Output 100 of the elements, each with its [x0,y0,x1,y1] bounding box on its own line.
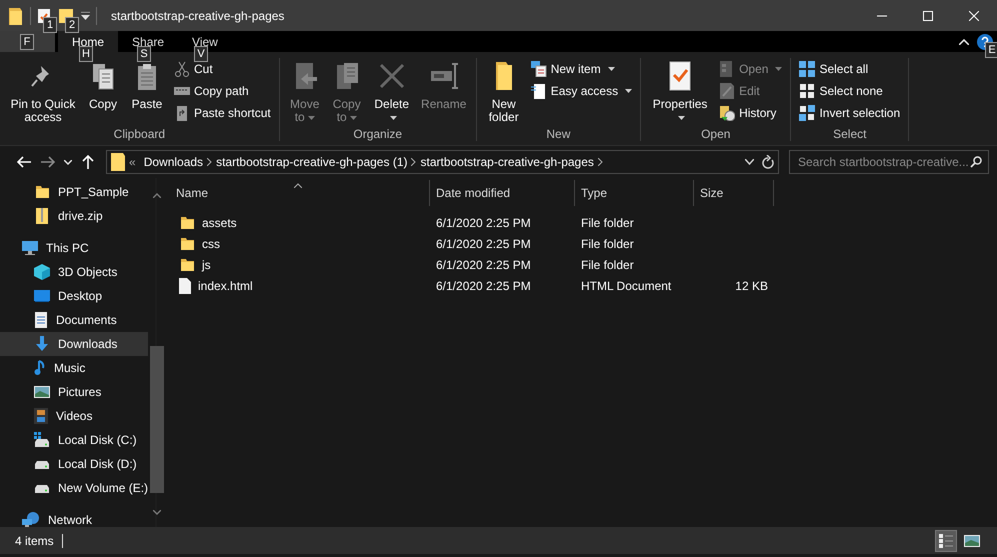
caret-icon [308,116,315,120]
keytip: S [137,46,151,62]
select-none-icon [799,83,816,99]
scroll-down-icon [153,510,162,516]
file-name[interactable]: assets [202,214,237,232]
nav-item[interactable]: 3D Objects [0,260,148,284]
computer-icon [22,240,38,256]
chevron-icon [598,158,603,166]
view-button[interactable] [935,530,957,552]
folder-icon [179,236,195,252]
large-icons-view-icon [964,534,980,546]
search-field[interactable]: Search startbootstrap-creative... [789,150,989,174]
ribbon-button[interactable]: Pin to Quick access [5,58,81,127]
table-cell-text: File folder [580,214,635,232]
column-header[interactable]: Name [170,180,430,206]
sort-icon [294,183,302,188]
keytip: V [194,46,208,62]
caret-icon [64,160,72,164]
nav-item[interactable]: New Volume (E:) [0,476,148,500]
caret-icon [608,67,615,71]
caret-icon [390,116,397,120]
keytip: 2 [65,17,79,33]
network-icon [22,512,40,528]
folder-icon [111,153,125,171]
ribbon-button[interactable]: Paste shortcut [171,102,274,124]
ribbon-button[interactable]: History [716,102,786,124]
table-cell-text: 6/1/2020 2:25 PM [435,278,532,294]
download-icon [34,336,50,352]
column-header[interactable]: Date modified [430,180,575,206]
nav-item[interactable]: Videos [0,404,148,428]
nav-item[interactable]: Pictures [0,380,148,404]
ribbon-button[interactable]: Easy access [528,80,636,102]
keytip: E [985,42,997,58]
table-cell: 12 KB [735,278,768,292]
scissors-icon [174,61,190,77]
system-drive-icon [34,432,50,448]
nav-item[interactable]: Desktop [0,284,148,308]
scroll-thumb[interactable] [150,346,164,493]
group-label: New [545,127,572,141]
breadcrumb[interactable]: startbootstrap-creative-gh-pages (1) [212,153,412,171]
scroll-up-icon [153,193,162,198]
zip-folder-icon [34,208,50,224]
caret-icon [678,116,686,120]
file-icon [179,278,191,294]
group-label: Select [832,127,868,141]
ribbon-button[interactable]: Delete [368,58,415,127]
address-bar[interactable]: « Downloads startbootstrap-creative-gh-pages (1) startbootstrap-creative-gh-pages [106,150,779,174]
caret-icon [625,89,632,93]
table-cell-text: 6/1/2020 2:25 PM [435,256,532,274]
edit-icon [719,83,736,99]
collapse-ribbon-icon [959,38,969,44]
item-count: 4 items [15,532,54,550]
table-cell-text: HTML Document [580,278,672,294]
search-icon [970,156,982,168]
document-icon [530,83,547,99]
breadcrumb[interactable]: startbootstrap-creative-gh-pages [416,153,598,171]
ribbon-button[interactable]: Invert selection [796,102,904,124]
maximize-icon [923,10,933,20]
overflow-button[interactable]: « [125,153,140,171]
ribbon-button[interactable]: New folder [482,58,526,127]
ribbon-button[interactable]: Copy path [171,80,274,102]
shortcut-icon [174,105,190,121]
chevron-icon [207,158,212,166]
cube-icon [34,264,50,280]
caret-icon [775,67,782,71]
group-label: Organize [352,127,404,141]
close-icon [969,10,979,20]
column-header[interactable]: Size [694,180,774,206]
nav-item[interactable]: drive.zip [0,204,148,228]
nav-item[interactable]: This PC [0,236,148,260]
group-label: Clipboard [112,127,166,141]
column-header[interactable]: Type [575,180,694,206]
customize-caret-icon [81,12,90,20]
file-name[interactable]: css [202,234,220,252]
ribbon-button[interactable]: Select all [796,58,904,80]
nav-item[interactable]: Documents [0,308,148,332]
chevron-icon [411,158,416,166]
nav-item[interactable]: PPT_Sample [0,180,148,204]
forward-icon [41,156,55,168]
nav-item[interactable]: Local Disk (C:) [0,428,148,452]
file-name[interactable]: js [202,256,211,274]
nav-item[interactable]: Downloads [0,332,148,356]
folder-icon [34,184,50,200]
window-title: startbootstrap-creative-gh-pages [111,8,284,24]
keytip: H [79,46,93,62]
nav-item[interactable]: Music [0,356,148,380]
nav-item[interactable]: Network [0,508,148,532]
caret-icon [350,116,357,120]
ribbon-button[interactable]: New item [528,58,636,80]
breadcrumb[interactable]: Downloads [140,153,208,171]
table-cell-text: File folder [580,236,635,252]
new-item-icon [530,61,547,77]
nav-item[interactable]: Local Disk (D:) [0,452,148,476]
table-cell-text: 6/1/2020 2:25 PM [435,214,532,232]
refresh-icon [762,155,774,169]
ribbon-button[interactable]: Properties [646,58,714,127]
document-icon [34,312,48,328]
folder-icon [179,256,195,272]
ribbon-button[interactable]: Select none [796,80,904,102]
file-name[interactable]: index.html [198,276,253,294]
